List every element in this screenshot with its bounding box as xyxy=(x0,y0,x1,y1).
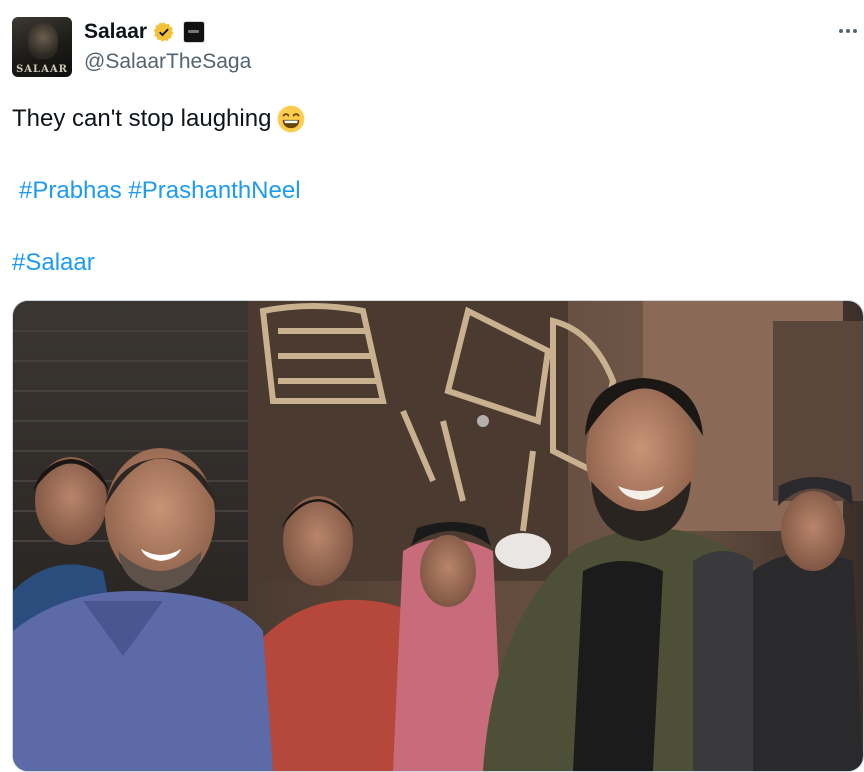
tweet-body: They can't stop laughing xyxy=(12,105,272,132)
verified-badge-icon[interactable] xyxy=(153,21,175,43)
hashtag-salaar[interactable]: #Salaar xyxy=(12,249,95,276)
tweet-photo[interactable] xyxy=(12,300,864,772)
tweet-text: They can't stop laughing xyxy=(12,104,306,134)
hashtag-prabhas[interactable]: #Prabhas xyxy=(19,177,122,204)
author-avatar[interactable]: SALAAR xyxy=(12,17,72,77)
studio-badge-icon[interactable] xyxy=(183,21,206,43)
author-display-name[interactable]: Salaar xyxy=(84,20,147,44)
grinning-face-emoji-icon xyxy=(278,105,305,133)
more-options-icon[interactable] xyxy=(835,18,861,44)
hashtag-prashanthneel[interactable]: #PrashanthNeel xyxy=(128,177,300,204)
author-handle[interactable]: @SalaarTheSaga xyxy=(84,50,251,74)
hashtag-row-2: #Salaar xyxy=(12,249,95,277)
author-name-row: Salaar xyxy=(84,19,206,45)
hashtag-row-1: #Prabhas #PrashanthNeel xyxy=(19,177,301,205)
photo-scene xyxy=(13,301,863,771)
avatar-logo-text: SALAAR xyxy=(16,64,68,75)
avatar-portrait xyxy=(28,23,58,59)
